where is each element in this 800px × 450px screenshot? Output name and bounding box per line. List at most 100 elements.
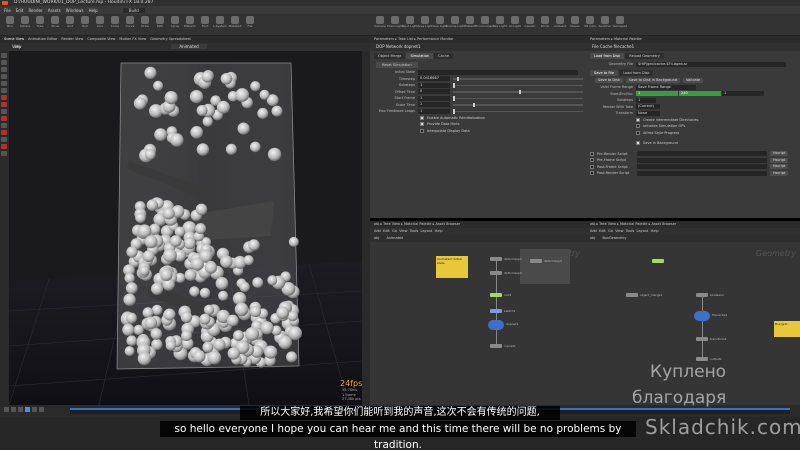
move-tool-icon[interactable] bbox=[1, 60, 7, 65]
alfred-checkbox[interactable] bbox=[636, 130, 640, 135]
network-path[interactable]: obj bbox=[374, 236, 379, 240]
shelf-tool-circle[interactable]: Circle bbox=[109, 16, 121, 30]
menu-view[interactable]: View bbox=[615, 229, 623, 233]
shelf-tool-point-light[interactable]: Point Light bbox=[387, 16, 403, 30]
shelf-tool-stereo[interactable]: Stereo bbox=[569, 16, 581, 30]
transform-menu[interactable]: None bbox=[636, 110, 660, 116]
first-frame-icon[interactable] bbox=[4, 407, 9, 412]
stop-icon[interactable] bbox=[18, 407, 23, 412]
sticky-note[interactable]: Box/grid bbox=[774, 321, 800, 337]
select-tool-icon[interactable] bbox=[1, 53, 7, 58]
rotate-tool-icon[interactable] bbox=[1, 67, 7, 72]
node-rop[interactable] bbox=[490, 344, 502, 348]
menu-windows[interactable]: Windows bbox=[66, 8, 84, 13]
camera-icon[interactable] bbox=[1, 123, 7, 128]
timestep-field[interactable]: 0.0416667 bbox=[418, 76, 450, 82]
network-context[interactable]: BoxGeometry bbox=[602, 236, 626, 240]
menu-layout[interactable]: Layout bbox=[421, 229, 433, 233]
ghost-icon[interactable] bbox=[1, 144, 7, 149]
offset-time-slider[interactable] bbox=[453, 89, 583, 94]
network-path[interactable]: obj bbox=[590, 236, 595, 240]
save-background-button[interactable]: Save to Disk in Background bbox=[625, 78, 681, 84]
tab-simulation[interactable]: Simulation bbox=[406, 53, 434, 59]
start-frame-slider[interactable] bbox=[453, 96, 583, 101]
shelf-tool-area-light[interactable]: Area Light bbox=[417, 16, 433, 30]
light-icon[interactable] bbox=[1, 130, 7, 135]
network-editor-left[interactable]: obj ▸ Tree View ▸ Material Palette ▸ Ass… bbox=[370, 221, 586, 405]
script-lang-menu[interactable]: Hscript bbox=[770, 170, 789, 176]
shelf-tool-tube[interactable]: Tube bbox=[34, 16, 46, 30]
scene-viewport[interactable]: obj Animated View 24fps 35.78ms 1 frame … bbox=[0, 43, 370, 405]
wireframe-icon[interactable] bbox=[1, 151, 7, 156]
display-icon[interactable] bbox=[1, 137, 7, 142]
menu-add[interactable]: Add bbox=[374, 229, 381, 233]
menu-go[interactable]: Go bbox=[392, 229, 397, 233]
menu-edit[interactable]: Edit bbox=[16, 8, 24, 13]
start-frame-field[interactable]: 1 bbox=[636, 91, 678, 97]
tab-geometry-spreadsheet[interactable]: Geometry Spreadsheet bbox=[150, 36, 191, 43]
shelf-tool-metaball[interactable]: Metaball bbox=[229, 16, 241, 30]
shelf-tool-gi-light[interactable]: GI Light bbox=[509, 16, 521, 30]
menu-file[interactable]: File bbox=[4, 8, 11, 13]
shelf-tool-box[interactable]: Box bbox=[4, 16, 16, 30]
mid-pane-tabs[interactable]: Parameters ▸ Take List ▸ Performance Mon… bbox=[370, 36, 586, 43]
network-box[interactable] bbox=[520, 249, 570, 284]
node-filecache[interactable] bbox=[694, 311, 710, 321]
right-pane-tabs[interactable]: Parameters ▸ Material Palette bbox=[586, 36, 800, 43]
substeps-field[interactable]: 1 bbox=[418, 82, 450, 88]
post-render-field[interactable] bbox=[637, 170, 767, 176]
pre-render-checkbox[interactable] bbox=[590, 151, 594, 156]
tab-load-from-disk[interactable]: Load from Disk bbox=[619, 69, 654, 76]
script-lang-menu[interactable]: Hscript bbox=[770, 151, 789, 157]
menu-help[interactable]: Help bbox=[651, 229, 659, 233]
node-object-merge[interactable] bbox=[626, 293, 638, 297]
shelf-tool-sphere[interactable]: Sphere bbox=[19, 16, 31, 30]
next-frame-icon[interactable] bbox=[32, 407, 37, 412]
magnet-icon[interactable] bbox=[1, 102, 7, 107]
shelf-tool-distant[interactable]: Distant bbox=[464, 16, 476, 30]
shelf-tool-grid[interactable]: Grid bbox=[64, 16, 76, 30]
shelf-tool-file[interactable]: File bbox=[244, 16, 256, 30]
auto-reinit-checkbox[interactable] bbox=[420, 115, 424, 120]
max-feedback-slider[interactable] bbox=[453, 109, 583, 114]
shelf-tool-spray[interactable]: Spray bbox=[169, 16, 181, 30]
tab-motion-fx[interactable]: Motion FX View bbox=[119, 36, 146, 43]
render-take-menu[interactable]: (Current) bbox=[636, 104, 660, 110]
validate-button[interactable]: Validate bbox=[683, 78, 704, 84]
tab-cache[interactable]: Cache bbox=[434, 53, 453, 59]
shelf-tool-spot-light[interactable]: Spot Light bbox=[402, 16, 418, 30]
shelf-tool-geo-light[interactable]: Geo Light bbox=[433, 16, 447, 30]
pre-render-field[interactable] bbox=[637, 151, 767, 157]
script-lang-menu[interactable]: Hscript bbox=[770, 157, 789, 163]
shelf-tool-caustic[interactable]: Caustic bbox=[524, 16, 536, 30]
shelf-tool-platonic[interactable]: Platonic bbox=[184, 16, 196, 30]
shelf-tool-draw[interactable]: Draw bbox=[139, 16, 151, 30]
tab-composite-view[interactable]: Composite View bbox=[87, 36, 115, 43]
shelf-tool-path[interactable]: Path bbox=[154, 16, 166, 30]
pose-tool-icon[interactable] bbox=[1, 88, 7, 93]
post-frame-field[interactable] bbox=[637, 164, 767, 170]
start-frame-field[interactable]: 1 bbox=[418, 95, 450, 101]
save-background-checkbox[interactable] bbox=[636, 141, 640, 146]
menu-assets[interactable]: Assets bbox=[48, 8, 61, 13]
load-from-disk-toggle[interactable]: Load from Disk bbox=[590, 53, 625, 59]
sticky-note[interactable]: Animated: Initial state bbox=[436, 256, 468, 278]
menu-help[interactable]: Help bbox=[435, 229, 443, 233]
play-icon[interactable] bbox=[25, 407, 30, 412]
menu-go[interactable]: Go bbox=[608, 229, 613, 233]
reload-geometry-button[interactable]: Reload Geometry bbox=[625, 53, 664, 59]
render-region-icon[interactable] bbox=[1, 116, 7, 121]
menu-render[interactable]: Render bbox=[28, 8, 42, 13]
shelf-tool-ambient[interactable]: Ambient bbox=[554, 16, 566, 30]
geometry-file-field[interactable]: $HIP/geo/cache.$F4.bgeo.sc bbox=[636, 61, 786, 67]
shelf-tool-switcher[interactable]: Switcher bbox=[599, 16, 612, 30]
network-tabs[interactable]: obj ▸ Tree View ▸ Material Palette ▸ Ass… bbox=[586, 221, 800, 228]
timestep-slider[interactable] bbox=[453, 76, 583, 81]
save-to-disk-button[interactable]: Save to Disk bbox=[595, 78, 623, 84]
menu-edit[interactable]: Edit bbox=[383, 229, 390, 233]
shelf-tool-torus[interactable]: Torus bbox=[49, 16, 61, 30]
shelf-tool-curve[interactable]: Curve bbox=[124, 16, 136, 30]
shelf-tool-sky-light[interactable]: Sky Light bbox=[493, 16, 507, 30]
inc-frame-field[interactable]: 1 bbox=[722, 91, 764, 97]
end-frame-field[interactable]: 240 bbox=[679, 91, 721, 97]
